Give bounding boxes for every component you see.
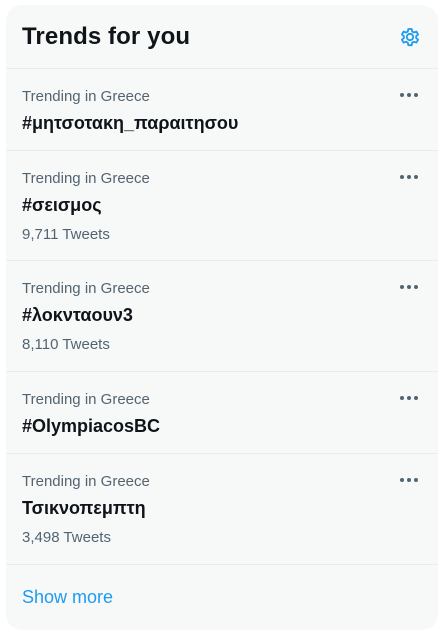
trend-name: #OlympiacosBC	[22, 416, 161, 436]
trend-name: #λοκνταουν3	[22, 305, 133, 325]
more-horizontal-icon	[400, 478, 418, 482]
show-more-link[interactable]: Show more	[6, 565, 438, 629]
trend-tweet-count: 8,110 Tweets	[22, 336, 110, 353]
trend-name: #σεισμος	[22, 195, 102, 215]
trend-more-button[interactable]	[394, 167, 424, 187]
trends-card: Trends for you Trending in Greece #μητσο…	[6, 5, 438, 630]
trend-item[interactable]: Trending in Greece #OlympiacosBC	[6, 372, 438, 454]
settings-button[interactable]	[392, 19, 428, 55]
more-horizontal-icon	[400, 175, 418, 179]
trend-name: Τσικνοπεμπτη	[22, 498, 146, 518]
trend-context: Trending in Greece	[22, 473, 150, 490]
trend-more-button[interactable]	[394, 85, 424, 105]
trend-item[interactable]: Trending in Greece #σεισμος 9,711 Tweets	[6, 151, 438, 261]
trend-item[interactable]: Trending in Greece #μητσοτακη_παραιτησου	[6, 69, 438, 151]
trend-context: Trending in Greece	[22, 391, 150, 408]
more-horizontal-icon	[400, 285, 418, 289]
trend-more-button[interactable]	[394, 277, 424, 297]
trend-more-button[interactable]	[394, 470, 424, 490]
trend-name: #μητσοτακη_παραιτησου	[22, 113, 239, 133]
trend-item[interactable]: Trending in Greece Τσικνοπεμπτη 3,498 Tw…	[6, 454, 438, 565]
trends-header: Trends for you	[6, 5, 438, 69]
more-horizontal-icon	[400, 93, 418, 97]
more-horizontal-icon	[400, 396, 418, 400]
trend-context: Trending in Greece	[22, 280, 150, 297]
trend-tweet-count: 9,711 Tweets	[22, 226, 110, 243]
trend-context: Trending in Greece	[22, 88, 150, 105]
trend-more-button[interactable]	[394, 388, 424, 408]
trend-context: Trending in Greece	[22, 170, 150, 187]
trends-title: Trends for you	[22, 22, 191, 50]
trend-tweet-count: 3,498 Tweets	[22, 529, 111, 546]
gear-icon	[401, 27, 419, 46]
trend-item[interactable]: Trending in Greece #λοκνταουν3 8,110 Twe…	[6, 261, 438, 372]
